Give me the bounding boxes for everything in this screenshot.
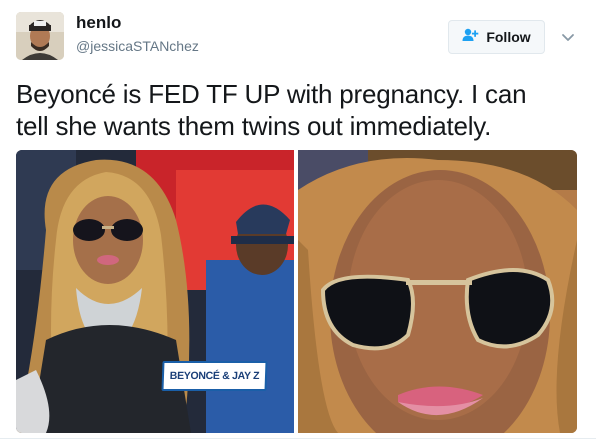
photo-caption-tag: BEYONCÉ & JAY Z [161, 361, 268, 391]
avatar-image [16, 12, 64, 60]
tweet-media[interactable]: BEYONCÉ & JAY Z [16, 150, 577, 433]
author-handle[interactable]: @jessicaSTANchez [76, 38, 199, 54]
tweet-text: Beyoncé is FED TF UP with pregnancy. I c… [16, 79, 527, 141]
chevron-down-icon[interactable] [560, 29, 576, 45]
tweet-divider [0, 438, 596, 439]
media-photo-right[interactable] [298, 150, 577, 433]
add-user-icon [462, 28, 480, 47]
photo-image [298, 150, 577, 433]
follow-button-label: Follow [486, 29, 531, 45]
media-photo-left[interactable]: BEYONCÉ & JAY Z [16, 150, 294, 433]
follow-button[interactable]: Follow [448, 20, 545, 54]
author-display-name[interactable]: henlo [76, 13, 121, 33]
avatar[interactable] [16, 12, 64, 60]
